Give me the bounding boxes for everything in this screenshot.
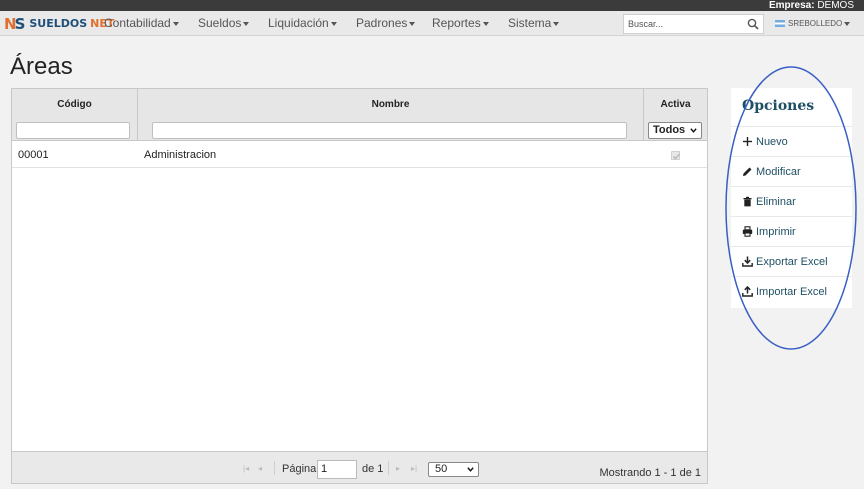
user-menu[interactable]: SREBOLLEDO <box>775 11 851 36</box>
caret-down-icon <box>409 21 416 26</box>
column-activa: Activa Todos <box>644 89 707 141</box>
download-icon <box>742 256 753 267</box>
export-excel-button[interactable]: Exportar Excel <box>731 246 852 276</box>
check-icon <box>673 153 680 160</box>
pencil-icon <box>743 167 752 176</box>
company-strip: Empresa: DEMOS <box>0 0 864 11</box>
first-page-icon[interactable]: |◂ <box>243 464 249 473</box>
plus-icon <box>743 137 752 146</box>
filter-activa-value: Todos <box>653 124 686 136</box>
navbar: NS SUELDOS NET Contabilidad Sueldos Liqui… <box>0 11 864 36</box>
nav-reportes[interactable]: Reportes <box>432 11 489 36</box>
flag-icon <box>775 20 785 28</box>
nav-sistema[interactable]: Sistema <box>508 11 560 36</box>
new-button[interactable]: Nuevo <box>731 126 852 156</box>
next-page-icon[interactable]: ▸ <box>396 464 400 473</box>
printer-icon <box>742 226 753 237</box>
user-name: SREBOLLEDO <box>788 19 843 28</box>
chevron-down-icon <box>690 128 697 133</box>
options-title: Opciones <box>742 98 815 114</box>
brand-name: SUELDOS <box>29 17 88 30</box>
search-icon[interactable] <box>747 18 759 30</box>
column-header-nombre[interactable]: Nombre <box>138 99 643 110</box>
column-nombre: Nombre <box>138 89 644 141</box>
print-button[interactable]: Imprimir <box>731 216 852 246</box>
company-value: DEMOS <box>817 0 854 11</box>
nav-sueldos[interactable]: Sueldos <box>198 11 250 36</box>
upload-icon <box>742 286 753 297</box>
nav-liquidacion[interactable]: Liquidación <box>268 11 337 36</box>
filter-nombre-input[interactable] <box>152 122 627 139</box>
import-excel-button[interactable]: Importar Excel <box>731 276 852 306</box>
grid-header: Código Nombre Activa Todos <box>12 89 707 141</box>
search-input[interactable] <box>624 15 742 33</box>
caret-down-icon <box>172 21 179 26</box>
caret-down-icon <box>330 21 337 26</box>
logo-mark-icon: NS <box>4 14 25 33</box>
filter-codigo-input[interactable] <box>16 122 130 139</box>
trash-icon <box>743 196 752 207</box>
options-panel: Opciones Nuevo Modificar Eliminar Imprim… <box>731 88 852 308</box>
page-title: Áreas <box>10 53 73 80</box>
record-count-status: Mostrando 1 - 1 de 1 <box>599 467 701 479</box>
caret-down-icon <box>553 21 560 26</box>
company-label: Empresa: <box>768 0 815 11</box>
page-number-input[interactable]: 1 <box>317 460 357 479</box>
grid-pager: |◂ ◂ Página 1 de 1 ▸ ▸| 50 Mostrando 1 -… <box>12 451 707 483</box>
column-header-activa[interactable]: Activa <box>644 99 707 110</box>
edit-button[interactable]: Modificar <box>731 156 852 186</box>
caret-down-icon <box>482 21 489 26</box>
page-size-value: 50 <box>435 463 448 475</box>
delete-button[interactable]: Eliminar <box>731 186 852 216</box>
cell-codigo: 00001 <box>18 149 49 161</box>
prev-page-icon[interactable]: ◂ <box>258 464 262 473</box>
last-page-icon[interactable]: ▸| <box>411 464 417 473</box>
chevron-down-icon <box>467 467 474 472</box>
data-grid: Código Nombre Activa Todos 00001 Adminis… <box>11 88 708 484</box>
caret-down-icon <box>243 21 250 26</box>
filter-activa-select[interactable]: Todos <box>648 122 702 139</box>
activa-checkbox <box>671 151 680 160</box>
column-header-codigo[interactable]: Código <box>12 99 137 110</box>
page-count-label: de 1 <box>362 463 384 475</box>
table-row[interactable]: 00001 Administracion <box>12 142 707 168</box>
search-box <box>623 14 764 34</box>
cell-nombre: Administracion <box>144 149 217 161</box>
brand-logo[interactable]: NS SUELDOS NET <box>4 14 114 33</box>
page-label: Página <box>282 463 317 475</box>
nav-padrones[interactable]: Padrones <box>356 11 416 36</box>
nav-contabilidad[interactable]: Contabilidad <box>104 11 179 36</box>
page-size-select[interactable]: 50 <box>428 462 479 477</box>
column-codigo: Código <box>12 89 138 141</box>
caret-down-icon <box>844 21 851 26</box>
